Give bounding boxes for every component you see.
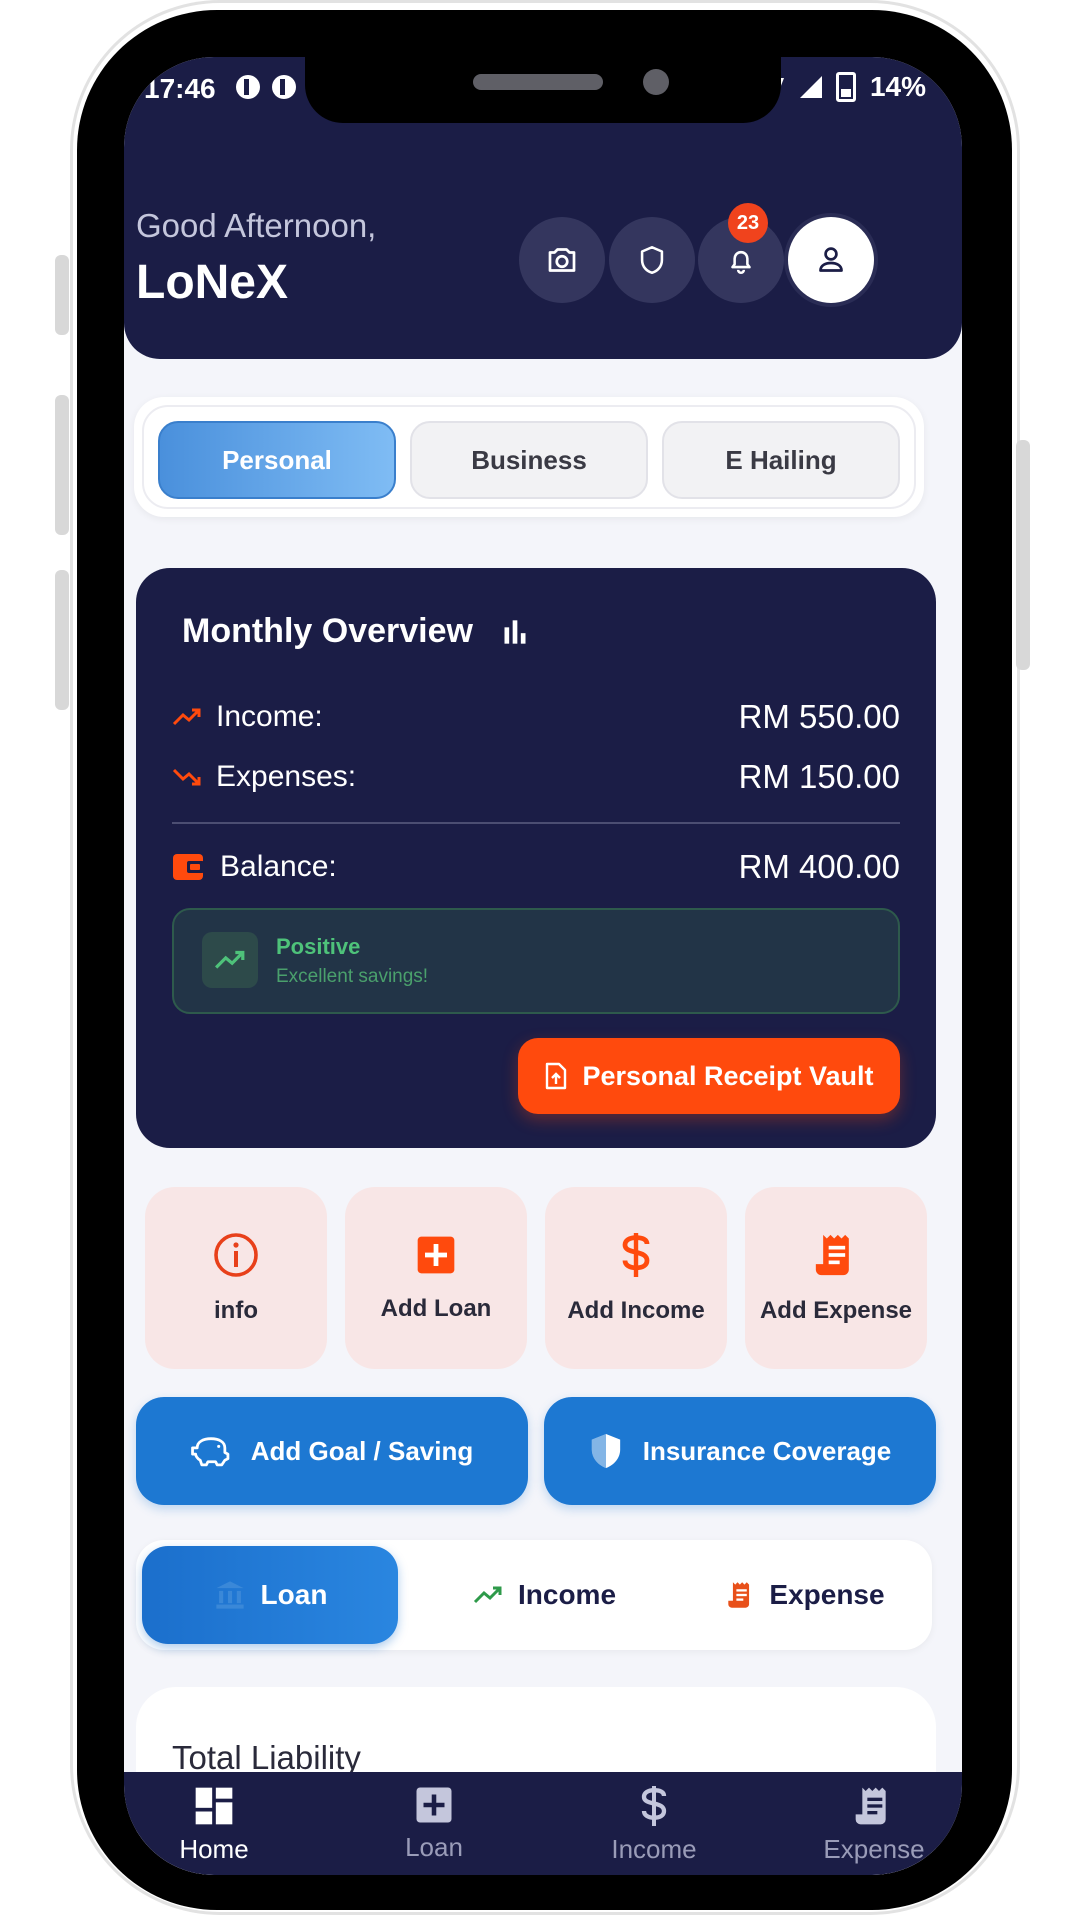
trending-up-icon	[215, 950, 245, 969]
plus-box-icon	[417, 1236, 455, 1274]
insurance-coverage-label: Insurance Coverage	[642, 1435, 892, 1466]
user-icon	[819, 247, 843, 272]
nav-home[interactable]: Home	[124, 1784, 304, 1865]
trending-up-icon	[172, 708, 201, 726]
add-expense-tile[interactable]: Add Expense	[745, 1187, 927, 1369]
file-upload-icon	[546, 1062, 567, 1090]
security-button[interactable]	[609, 217, 695, 303]
add-loan-tile-label: Add Loan	[380, 1295, 492, 1322]
signal-icon	[799, 76, 822, 98]
nav-income[interactable]: Income	[564, 1784, 744, 1865]
segment-business[interactable]: Business	[410, 421, 648, 499]
balance-value: RM 400.00	[738, 848, 900, 885]
tab-loan[interactable]: Loan	[142, 1546, 398, 1644]
info-icon	[214, 1233, 258, 1277]
overview-title-text: Monthly Overview	[182, 612, 473, 650]
dollar-icon	[641, 1786, 667, 1826]
add-income-tile[interactable]: Add Income	[545, 1187, 727, 1369]
income-value: RM 550.00	[738, 698, 900, 735]
battery-icon	[835, 72, 856, 102]
balance-row: Balance: RM 400.00	[172, 848, 900, 886]
tab-income-label: Income	[517, 1579, 617, 1610]
monthly-overview-card: Monthly Overview Income: RM 550.00 Expen…	[136, 568, 936, 1148]
trending-down-icon	[172, 768, 201, 786]
nav-expense-label: Expense	[823, 1834, 925, 1864]
camera-button[interactable]	[519, 217, 605, 303]
savings-status-title: Positive	[276, 934, 361, 959]
username: LoNeX	[136, 256, 289, 309]
trending-up-icon	[473, 1586, 502, 1604]
greeting-text: Good Afternoon,	[136, 207, 377, 244]
phone-volume-down-button	[55, 570, 69, 710]
camera-icon	[548, 248, 576, 272]
tab-expense[interactable]: Expense	[716, 1546, 896, 1644]
add-income-tile-label: Add Income	[567, 1297, 705, 1324]
status-app-icon	[272, 75, 296, 99]
status-notification-icons	[236, 75, 296, 99]
segment-personal[interactable]: Personal	[158, 421, 396, 499]
status-app-icon	[236, 75, 260, 99]
nav-home-label: Home	[179, 1834, 249, 1864]
phone-notch	[305, 57, 781, 123]
receipt-icon	[815, 1234, 849, 1276]
dashboard-icon	[195, 1787, 233, 1825]
notifications-button[interactable]: 23	[698, 203, 784, 303]
income-label: Income:	[216, 700, 323, 733]
expenses-row: Expenses: RM 150.00	[172, 758, 900, 796]
bell-icon	[731, 250, 751, 274]
bank-icon	[215, 1581, 244, 1609]
phone-power-button	[1016, 440, 1030, 670]
shield-check-icon	[591, 1434, 620, 1468]
phone-volume-up-button	[55, 395, 69, 535]
income-row: Income: RM 550.00	[172, 698, 900, 736]
app-screen: 17:46 14% Good Afternoon, LoNeX 23 Perso…	[124, 57, 962, 1875]
overview-title: Monthly Overview	[182, 612, 529, 651]
shield-icon	[640, 245, 664, 275]
tab-loan-label: Loan	[260, 1579, 328, 1610]
bar-chart-icon	[504, 619, 526, 644]
nav-income-label: Income	[611, 1834, 697, 1864]
tab-expense-label: Expense	[769, 1579, 885, 1610]
nav-loan[interactable]: Loan	[344, 1784, 524, 1863]
expenses-label: Expenses:	[216, 760, 357, 793]
info-tile-label: info	[214, 1297, 258, 1324]
receipt-icon	[855, 1787, 886, 1825]
phone-side-button	[55, 255, 69, 335]
savings-status-icon-box	[202, 932, 258, 988]
overview-divider	[172, 822, 900, 824]
receipt-vault-button[interactable]: Personal Receipt Vault	[518, 1038, 900, 1114]
receipt-icon	[728, 1582, 750, 1608]
add-goal-label: Add Goal / Saving	[250, 1435, 474, 1466]
savings-status-box: Positive Excellent savings!	[172, 908, 900, 1014]
add-loan-tile[interactable]: Add Loan	[345, 1187, 527, 1369]
status-time: 17:46	[144, 73, 216, 104]
battery-percent: 14%	[869, 71, 926, 102]
phone-speaker	[473, 74, 603, 90]
phone-front-camera	[643, 69, 669, 95]
balance-label: Balance:	[220, 850, 337, 883]
insurance-coverage-button[interactable]: Insurance Coverage	[544, 1397, 936, 1505]
segment-e-hailing[interactable]: E Hailing	[662, 421, 900, 499]
bottom-navigation: Home Loan Income Expense	[124, 1772, 962, 1875]
nav-expense[interactable]: Expense	[784, 1784, 962, 1865]
history-tabs: Loan Income Expense	[136, 1540, 932, 1650]
add-goal-button[interactable]: Add Goal / Saving	[136, 1397, 528, 1505]
savings-status-subtitle: Excellent savings!	[276, 966, 429, 987]
status-indicators: 14%	[768, 71, 926, 103]
account-type-segment: Personal Business E Hailing	[134, 397, 924, 517]
profile-button[interactable]	[788, 217, 874, 303]
add-expense-tile-label: Add Expense	[759, 1297, 913, 1324]
nav-loan-label: Loan	[405, 1832, 463, 1862]
expenses-value: RM 150.00	[738, 758, 900, 795]
tab-income[interactable]: Income	[454, 1546, 634, 1644]
plus-box-icon	[416, 1787, 452, 1823]
info-tile[interactable]: info	[145, 1187, 327, 1369]
receipt-vault-label: Personal Receipt Vault	[582, 1060, 874, 1091]
notification-badge: 23	[728, 203, 768, 243]
wallet-icon	[173, 854, 204, 880]
piggy-bank-icon	[190, 1437, 230, 1467]
dollar-icon	[622, 1233, 650, 1277]
